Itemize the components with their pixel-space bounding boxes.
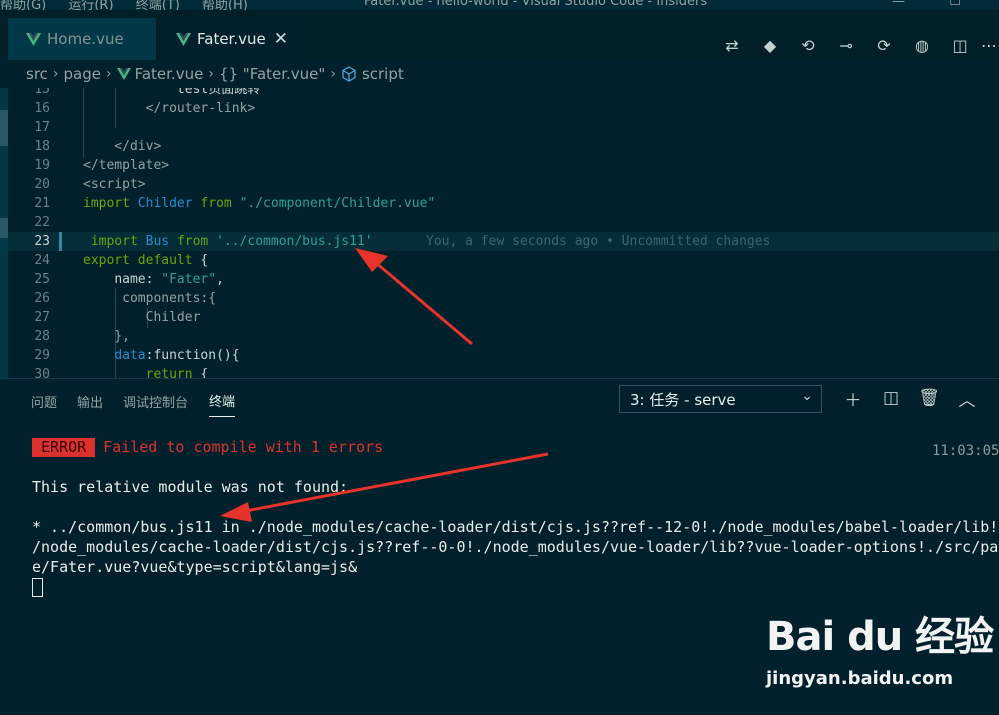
arrow-line-terminal bbox=[239, 452, 549, 514]
watermark-logo: Bai du 经验 bbox=[766, 604, 994, 662]
watermark-url: jingyan.baidu.com bbox=[766, 668, 954, 689]
watermark-brand: Bai du 经验 bbox=[766, 614, 994, 660]
arrow-line-editor bbox=[374, 260, 473, 346]
arrow-head-terminal bbox=[220, 502, 252, 522]
